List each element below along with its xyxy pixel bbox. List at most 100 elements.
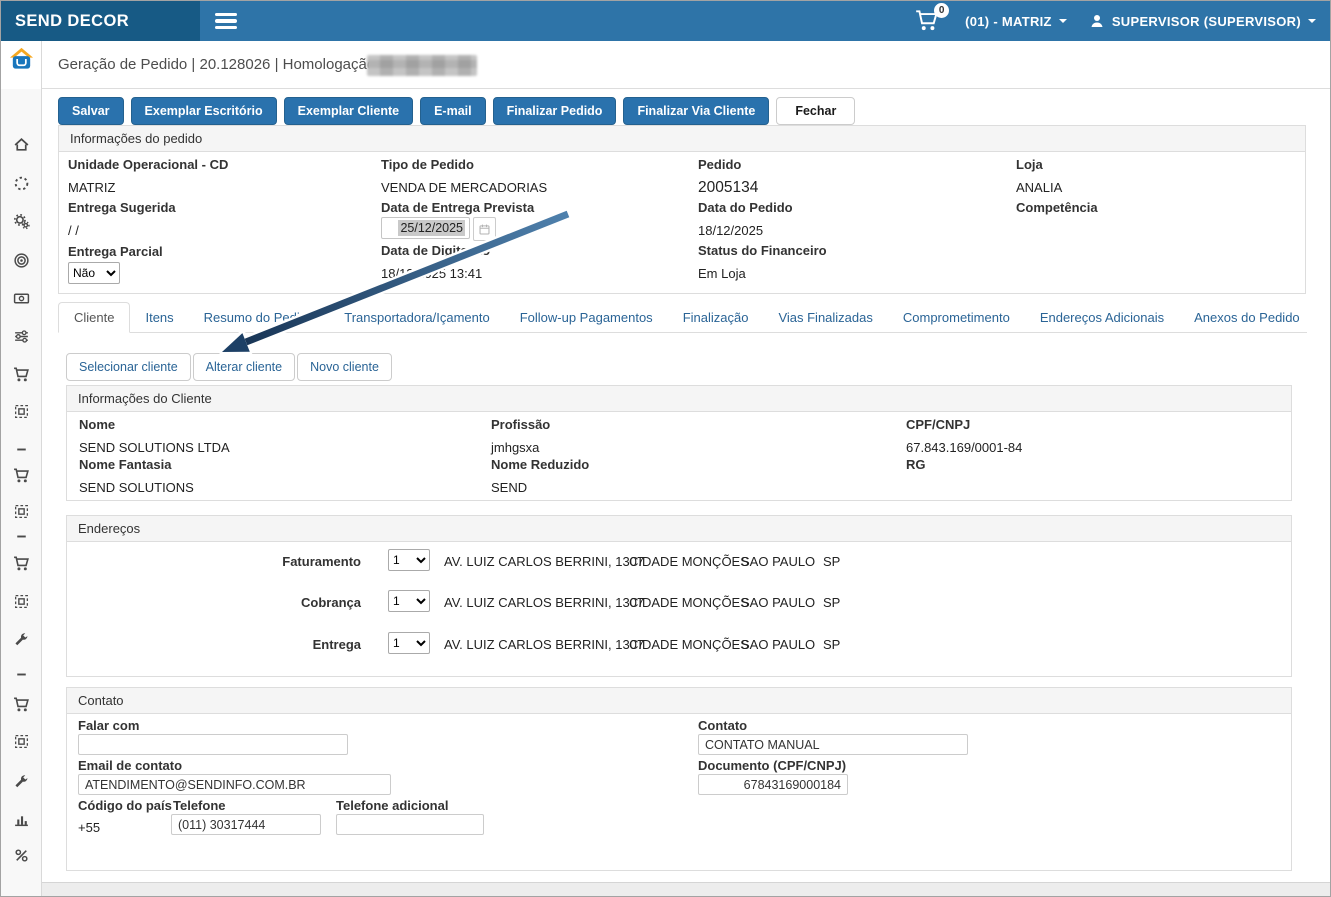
documento-input[interactable] bbox=[698, 774, 848, 795]
contato-label: Contato bbox=[698, 718, 747, 733]
email-button[interactable]: E-mail bbox=[420, 97, 486, 125]
address-district: CIDADE MONÇÕES bbox=[629, 637, 749, 652]
data-entrega-label: Data de Entrega Prevista bbox=[381, 200, 534, 215]
dash-icon[interactable] bbox=[13, 666, 30, 683]
wrench-icon[interactable] bbox=[13, 773, 30, 790]
brand-title[interactable]: SEND DECOR bbox=[1, 1, 200, 41]
tab-itens[interactable]: Itens bbox=[130, 303, 188, 332]
address-select[interactable]: 1 bbox=[388, 590, 430, 612]
box-select-icon[interactable] bbox=[13, 503, 30, 520]
order-toolbar: Salvar Exemplar Escritório Exemplar Clie… bbox=[58, 97, 855, 125]
cart-icon[interactable] bbox=[13, 555, 30, 572]
store-selector[interactable]: (01) - MATRIZ bbox=[965, 14, 1067, 29]
redacted-text-block bbox=[367, 55, 477, 76]
client-info-title: Informações do Cliente bbox=[67, 386, 1291, 412]
address-state: SP bbox=[823, 637, 840, 652]
select-client-button[interactable]: Selecionar cliente bbox=[66, 353, 191, 381]
client-actions: Selecionar cliente Alterar cliente Novo … bbox=[66, 353, 392, 381]
tipo-pedido-value: VENDA DE MERCADORIAS bbox=[381, 180, 547, 195]
loader-circle-icon[interactable] bbox=[13, 175, 30, 192]
cart-icon[interactable] bbox=[13, 696, 30, 713]
wrench-icon[interactable] bbox=[13, 631, 30, 648]
cpf-cnpj-value: 67.843.169/0001-84 bbox=[906, 440, 1022, 455]
pedido-value: 2005134 bbox=[698, 179, 758, 197]
address-select[interactable]: 1 bbox=[388, 632, 430, 654]
contato-input[interactable] bbox=[698, 734, 968, 755]
top-navbar: SEND DECOR 0 (01) - MATRIZ SUPERVISOR (S… bbox=[1, 1, 1330, 41]
entrega-parcial-select[interactable]: Não bbox=[68, 262, 120, 284]
falar-com-label: Falar com bbox=[78, 718, 139, 733]
data-entrega-input[interactable]: 25/12/2025 bbox=[381, 217, 470, 239]
client-copy-button[interactable]: Exemplar Cliente bbox=[284, 97, 413, 125]
finish-order-button[interactable]: Finalizar Pedido bbox=[493, 97, 617, 125]
falar-com-input[interactable] bbox=[78, 734, 348, 755]
entrega-sugerida-value: / / bbox=[68, 223, 176, 238]
change-client-button[interactable]: Alterar cliente bbox=[193, 353, 295, 381]
address-row-label: Cobrança bbox=[201, 595, 361, 610]
gears-icon[interactable] bbox=[13, 213, 30, 230]
sliders-icon[interactable] bbox=[13, 328, 30, 345]
app-logo[interactable] bbox=[1, 41, 41, 89]
client-info-panel: Informações do Cliente bbox=[66, 385, 1292, 501]
data-pedido-label: Data do Pedido bbox=[698, 200, 793, 215]
office-copy-button[interactable]: Exemplar Escritório bbox=[131, 97, 277, 125]
window-footer bbox=[42, 882, 1331, 897]
cart-count-badge: 0 bbox=[934, 3, 949, 18]
percent-icon[interactable] bbox=[13, 847, 30, 864]
tab-cliente[interactable]: Cliente bbox=[58, 302, 130, 333]
top-right-cluster: 0 (01) - MATRIZ SUPERVISOR (SUPERVISOR) bbox=[913, 1, 1316, 41]
sofa-house-logo-icon bbox=[8, 46, 35, 73]
dash-icon[interactable] bbox=[13, 528, 30, 545]
user-icon bbox=[1089, 13, 1105, 29]
data-digitacao-label: Data de Digitação bbox=[381, 243, 490, 258]
order-info-title: Informações do pedido bbox=[59, 126, 1305, 152]
tab-comprometimento[interactable]: Comprometimento bbox=[888, 303, 1025, 332]
menu-toggle-icon[interactable] bbox=[203, 1, 249, 41]
tab-vias-finalizadas[interactable]: Vias Finalizadas bbox=[763, 303, 887, 332]
home-icon[interactable] bbox=[13, 136, 30, 153]
chevron-down-icon bbox=[1308, 19, 1316, 23]
app-window: SEND DECOR 0 (01) - MATRIZ SUPERVISOR (S… bbox=[0, 0, 1331, 897]
competencia-label: Competência bbox=[1016, 200, 1098, 215]
bar-chart-icon[interactable] bbox=[13, 811, 30, 828]
new-client-button[interactable]: Novo cliente bbox=[297, 353, 392, 381]
money-icon[interactable] bbox=[13, 290, 30, 307]
target-icon[interactable] bbox=[13, 252, 30, 269]
loja-value: ANALIA bbox=[1016, 180, 1062, 195]
address-select[interactable]: 1 bbox=[388, 549, 430, 571]
cart-icon[interactable]: 0 bbox=[913, 7, 943, 35]
user-menu[interactable]: SUPERVISOR (SUPERVISOR) bbox=[1089, 13, 1316, 29]
nome-fantasia-value: SEND SOLUTIONS bbox=[79, 480, 194, 495]
cart-icon[interactable] bbox=[13, 366, 30, 383]
dash-icon[interactable] bbox=[13, 441, 30, 458]
tab-follow-up-pagamentos[interactable]: Follow-up Pagamentos bbox=[505, 303, 668, 332]
box-select-icon[interactable] bbox=[13, 593, 30, 610]
data-digitacao-value: 18/12/2025 13:41 bbox=[381, 266, 490, 281]
codigo-pais-value: +55 bbox=[78, 820, 100, 835]
nome-fantasia-label: Nome Fantasia bbox=[79, 457, 194, 472]
tab-anexos-do-pedido[interactable]: Anexos do Pedido bbox=[1179, 303, 1315, 332]
status-financeiro-value: Em Loja bbox=[698, 266, 827, 281]
data-pedido-value: 18/12/2025 bbox=[698, 223, 793, 238]
box-select-icon[interactable] bbox=[13, 403, 30, 420]
email-contato-input[interactable] bbox=[78, 774, 391, 795]
telefone-adicional-input[interactable] bbox=[336, 814, 484, 835]
address-street: AV. LUIZ CARLOS BERRINI, 1307 bbox=[444, 595, 644, 610]
breadcrumb: Geração de Pedido | 20.128026 | Homologa… bbox=[58, 56, 383, 73]
tab-finalizacao[interactable]: Finalização bbox=[668, 303, 764, 332]
address-state: SP bbox=[823, 554, 840, 569]
loja-label: Loja bbox=[1016, 157, 1062, 172]
tab-enderecos-adicionais[interactable]: Endereços Adicionais bbox=[1025, 303, 1179, 332]
nome-label: Nome bbox=[79, 417, 230, 432]
calendar-icon[interactable] bbox=[473, 217, 496, 241]
box-select-icon[interactable] bbox=[13, 733, 30, 750]
tab-transportadora-icamento[interactable]: Transportadora/Içamento bbox=[329, 303, 504, 332]
address-state: SP bbox=[823, 595, 840, 610]
tab-resumo-do-pedido[interactable]: Resumo do Pedido bbox=[189, 303, 330, 332]
cart-icon[interactable] bbox=[13, 467, 30, 484]
finish-via-client-button[interactable]: Finalizar Via Cliente bbox=[623, 97, 769, 125]
close-button[interactable]: Fechar bbox=[776, 97, 855, 125]
telefone-label: Telefone bbox=[173, 798, 226, 813]
telefone-input[interactable] bbox=[171, 814, 321, 835]
save-button[interactable]: Salvar bbox=[58, 97, 124, 125]
